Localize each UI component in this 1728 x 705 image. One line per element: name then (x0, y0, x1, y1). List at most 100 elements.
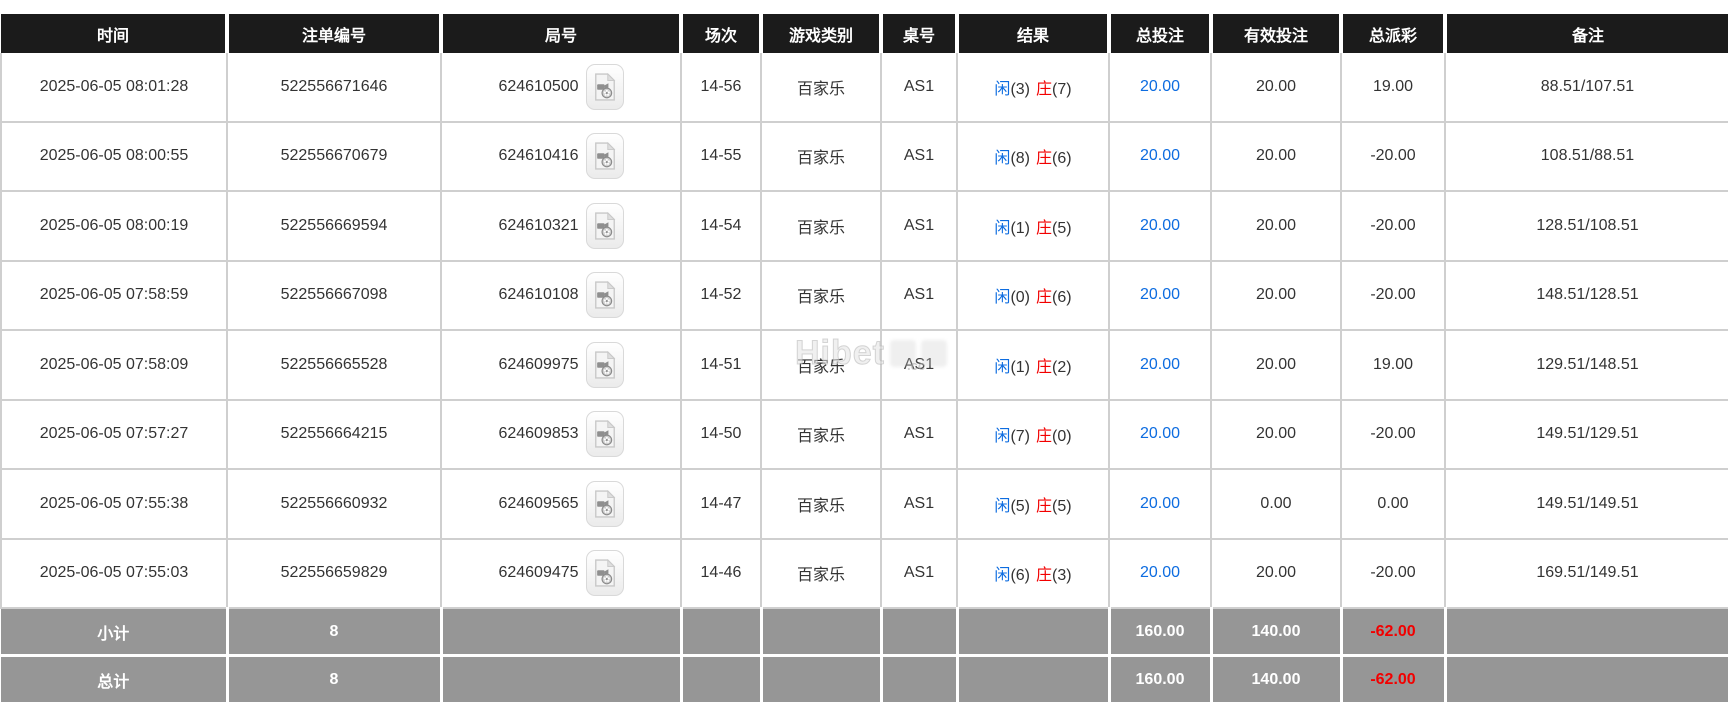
table-summary: 小计 8 160.00 140.00 -62.00 总计 8 160.00 14… (1, 607, 1728, 705)
remark-cell: 149.51/149.51 (1444, 468, 1728, 540)
remark-cell: 128.51/108.51 (1444, 190, 1728, 262)
total-bet-cell: 20.00 (1108, 120, 1212, 192)
round-no-value: 624609475 (498, 564, 579, 582)
table-no-cell: AS1 (880, 398, 958, 470)
result-player-label: 闲 (994, 150, 1011, 168)
round-no-cell: 624610500 (440, 52, 682, 123)
bet-no-cell: 522556670679 (226, 120, 442, 192)
video-replay-button[interactable] (585, 550, 624, 597)
result-banker-label: 庄 (1036, 289, 1053, 307)
session-cell: 14-47 (680, 468, 762, 540)
total-bet-link[interactable]: 20.00 (1140, 147, 1180, 164)
round-no-cell: 624609475 (440, 537, 682, 609)
total-bet-link[interactable]: 20.00 (1140, 78, 1180, 95)
table-row: 2025-06-05 07:58:09 522556665528 6246099… (0, 329, 1728, 401)
payout-cell: -20.00 (1340, 120, 1446, 192)
result-player-label: 闲 (994, 80, 1011, 98)
round-no-value: 624609975 (498, 355, 579, 373)
payout-cell: -20.00 (1340, 190, 1446, 262)
video-file-icon (593, 141, 617, 171)
result-cell: 闲(7) 庄(0) (956, 398, 1110, 470)
round-no-value: 624610108 (498, 286, 579, 304)
result-banker-score: (0) (1052, 428, 1072, 446)
table-body: 2025-06-05 08:01:28 522556671646 6246105… (0, 52, 1728, 609)
round-no-value: 624609853 (498, 425, 579, 443)
total-bet-cell: 20.00 (1108, 537, 1212, 609)
col-header-session: 场次 (679, 14, 761, 53)
summary-empty-game (759, 607, 883, 657)
result-banker-score: (6) (1052, 289, 1072, 307)
payout-cell: 19.00 (1340, 329, 1446, 401)
col-header-time: 时间 (1, 14, 227, 53)
summary-empty-remark (1443, 654, 1728, 705)
summary-empty-game (759, 654, 883, 705)
total-bet-link[interactable]: 20.00 (1140, 495, 1180, 512)
round-no-cell: 624610416 (440, 120, 682, 192)
round-no-value: 624609565 (498, 494, 579, 512)
result-player-score: (5) (1010, 497, 1030, 515)
result-banker-label: 庄 (1036, 497, 1053, 515)
col-header-table-no: 桌号 (879, 14, 957, 53)
total-bet-cell: 20.00 (1108, 398, 1212, 470)
total-bet-link[interactable]: 20.00 (1140, 564, 1180, 581)
video-replay-button[interactable] (585, 272, 624, 319)
summary-row: 小计 8 160.00 140.00 -62.00 (1, 607, 1728, 657)
game-type-cell: 百家乐 (760, 120, 882, 192)
video-replay-button[interactable] (585, 202, 624, 249)
video-replay-button[interactable] (585, 480, 624, 527)
video-replay-button[interactable] (585, 63, 624, 110)
game-type-cell: 百家乐 (760, 329, 882, 401)
video-replay-button[interactable] (585, 411, 624, 458)
result-banker-score: (3) (1052, 567, 1072, 585)
total-bet-cell: 20.00 (1108, 259, 1212, 331)
time-cell: 2025-06-05 07:58:59 (0, 259, 228, 331)
result-banker-label: 庄 (1036, 150, 1053, 168)
result-banker-label: 庄 (1036, 80, 1053, 98)
valid-bet-cell: 20.00 (1210, 537, 1342, 609)
bet-no-cell: 522556660932 (226, 468, 442, 540)
col-header-game-type: 游戏类别 (759, 14, 881, 53)
video-file-icon (593, 350, 617, 380)
table-no-cell: AS1 (880, 190, 958, 262)
table-row: 2025-06-05 08:00:19 522556669594 6246103… (0, 190, 1728, 262)
table-no-cell: AS1 (880, 537, 958, 609)
summary-count: 8 (225, 654, 443, 705)
valid-bet-cell: 20.00 (1210, 120, 1342, 192)
table-no-cell: AS1 (880, 259, 958, 331)
table-row: 2025-06-05 08:01:28 522556671646 6246105… (0, 52, 1728, 123)
result-cell: 闲(3) 庄(7) (956, 52, 1110, 123)
result-cell: 闲(1) 庄(2) (956, 329, 1110, 401)
result-cell: 闲(8) 庄(6) (956, 120, 1110, 192)
valid-bet-cell: 20.00 (1210, 398, 1342, 470)
summary-valid-bet: 140.00 (1209, 654, 1343, 705)
video-file-icon (593, 419, 617, 449)
video-replay-button[interactable] (585, 133, 624, 180)
remark-cell: 148.51/128.51 (1444, 259, 1728, 331)
bet-no-cell: 522556664215 (226, 398, 442, 470)
table-row: 2025-06-05 07:55:03 522556659829 6246094… (0, 537, 1728, 609)
summary-row: 总计 8 160.00 140.00 -62.00 (1, 654, 1728, 705)
result-player-label: 闲 (994, 428, 1011, 446)
table-row: 2025-06-05 08:00:55 522556670679 6246104… (0, 120, 1728, 192)
total-bet-link[interactable]: 20.00 (1140, 286, 1180, 303)
remark-cell: 88.51/107.51 (1444, 52, 1728, 123)
total-bet-link[interactable]: 20.00 (1140, 356, 1180, 373)
bet-no-cell: 522556669594 (226, 190, 442, 262)
table-no-cell: AS1 (880, 52, 958, 123)
time-cell: 2025-06-05 08:01:28 (0, 52, 228, 123)
summary-total-bet: 160.00 (1107, 654, 1213, 705)
remark-cell: 169.51/149.51 (1444, 537, 1728, 609)
summary-empty-session (679, 654, 763, 705)
video-replay-button[interactable] (585, 341, 624, 388)
result-player-score: (0) (1010, 289, 1030, 307)
session-cell: 14-56 (680, 52, 762, 123)
summary-label: 总计 (1, 654, 229, 705)
time-cell: 2025-06-05 07:55:38 (0, 468, 228, 540)
session-cell: 14-50 (680, 398, 762, 470)
result-player-label: 闲 (994, 567, 1011, 585)
valid-bet-cell: 20.00 (1210, 52, 1342, 123)
total-bet-link[interactable]: 20.00 (1140, 425, 1180, 442)
total-bet-link[interactable]: 20.00 (1140, 217, 1180, 234)
table-row: 2025-06-05 07:57:27 522556664215 6246098… (0, 398, 1728, 470)
result-player-score: (6) (1010, 567, 1030, 585)
